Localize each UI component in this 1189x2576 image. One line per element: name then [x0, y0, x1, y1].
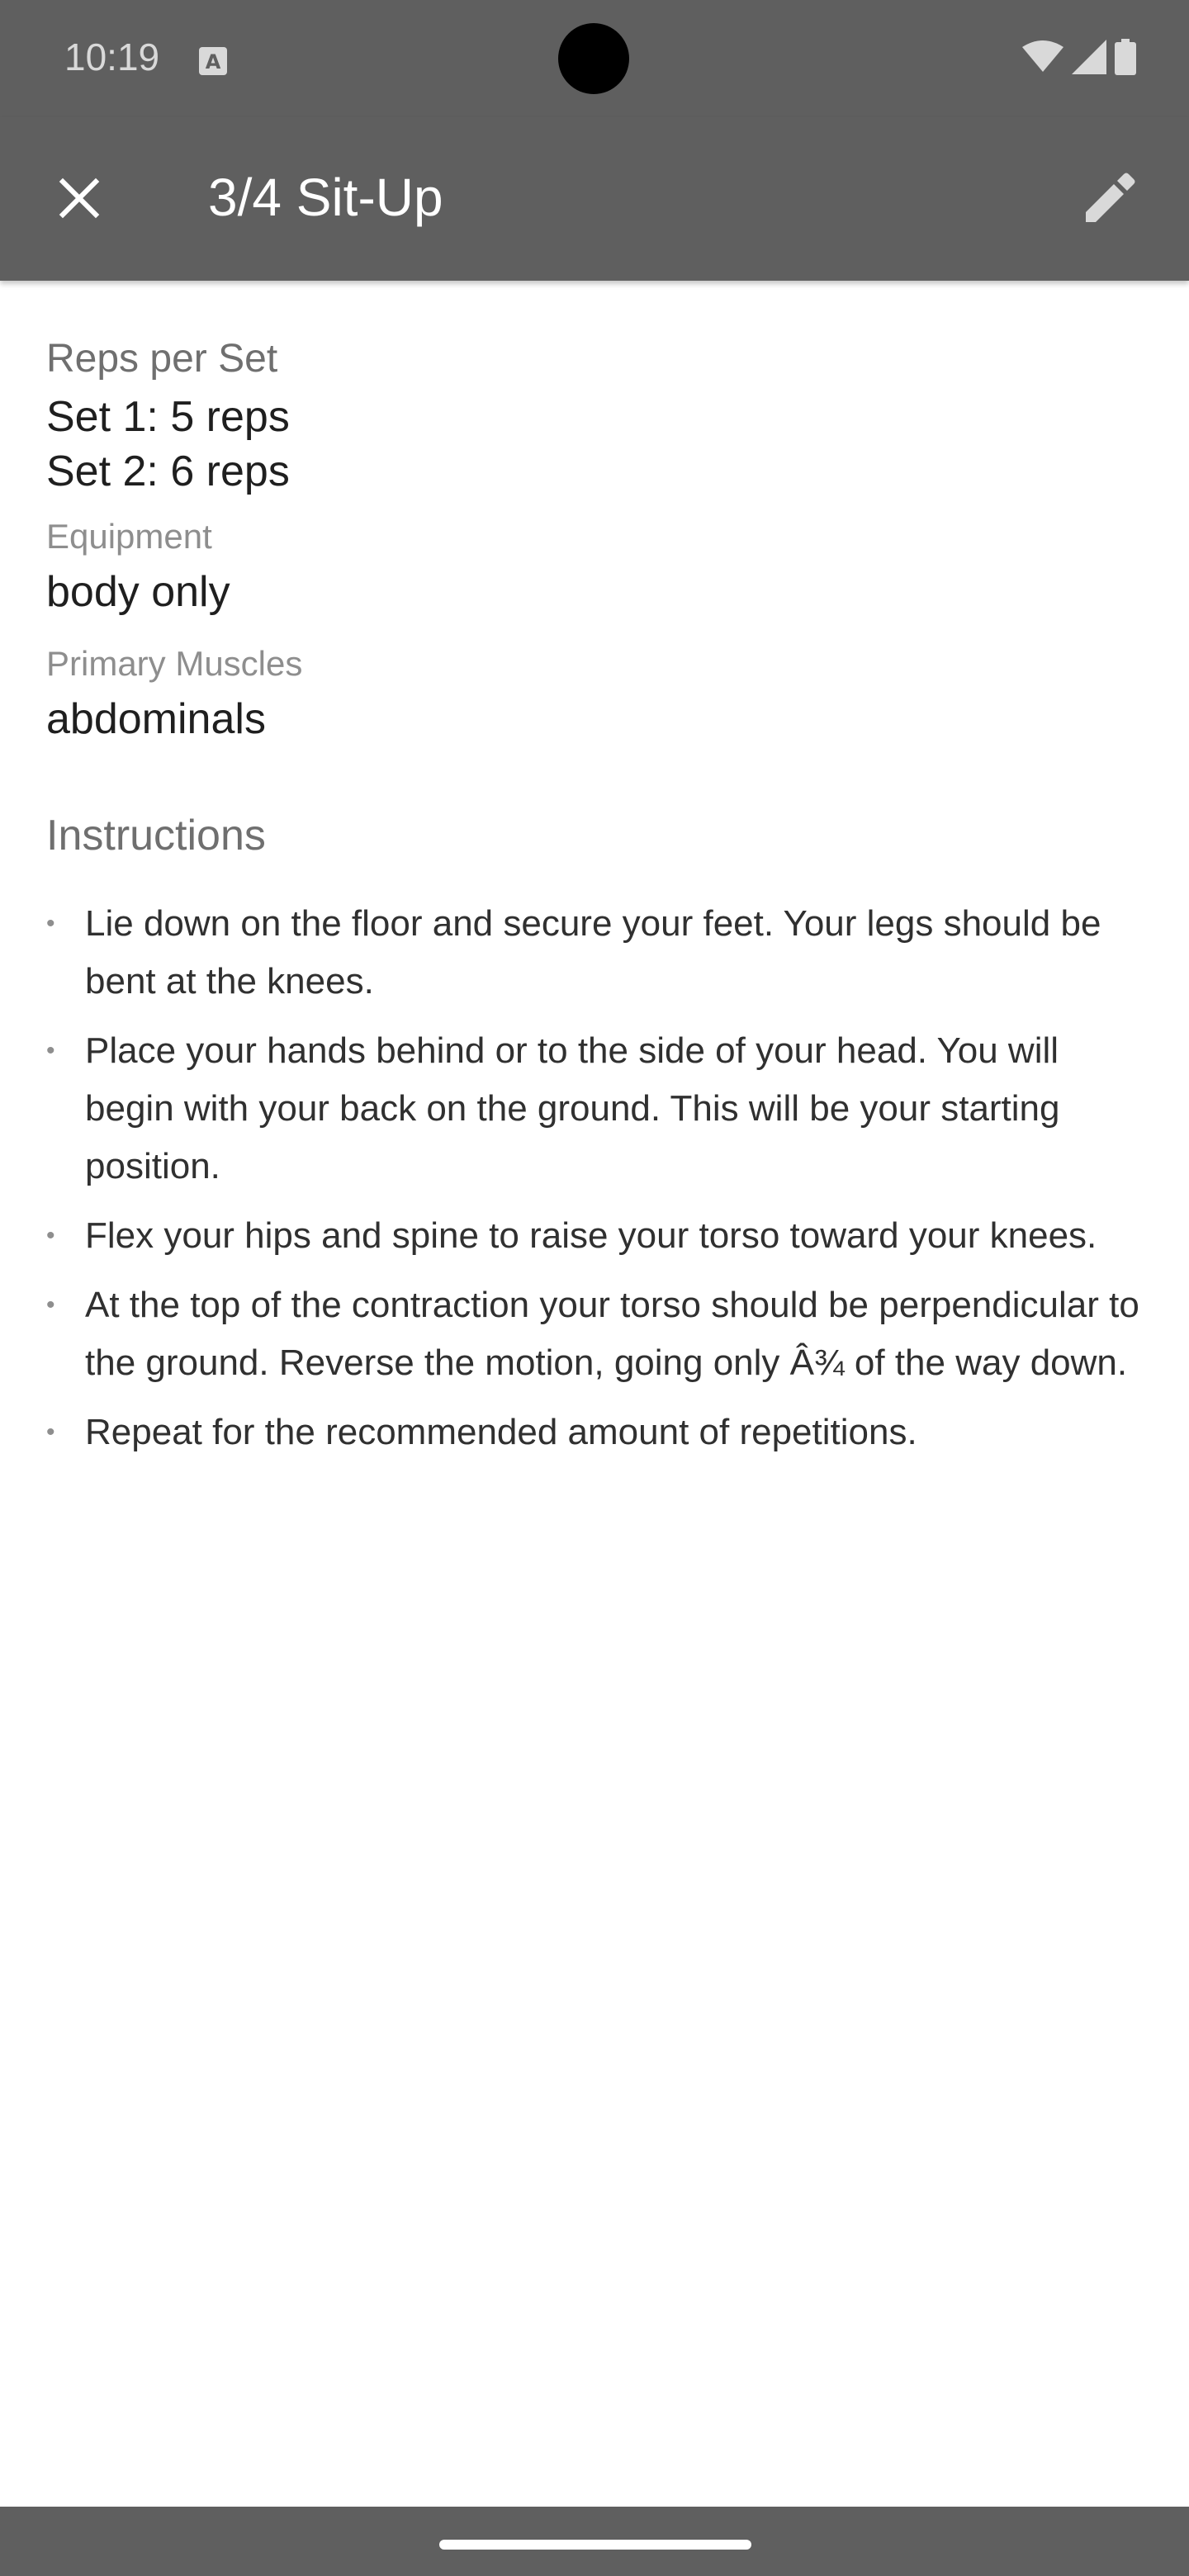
- status-time: 10:19: [64, 36, 160, 78]
- svg-text:A: A: [206, 50, 221, 73]
- wifi-icon: [1022, 40, 1063, 78]
- equipment-label: Equipment: [46, 517, 212, 556]
- list-item: • Place your hands behind or to the side…: [46, 1022, 1144, 1196]
- home-gesture-handle[interactable]: [439, 2540, 751, 2550]
- navigation-bar: [0, 2507, 1189, 2576]
- bullet-icon: •: [46, 1418, 55, 1446]
- instructions-heading: Instructions: [46, 812, 266, 859]
- exercise-details: Reps per Set Set 1: 5 reps Set 2: 6 reps…: [46, 281, 1144, 1473]
- battery-icon: [1115, 38, 1136, 79]
- list-item: • Repeat for the recommended amount of r…: [46, 1404, 1144, 1461]
- instruction-text: Lie down on the floor and secure your fe…: [85, 903, 1101, 1002]
- edit-pencil-icon: [1082, 171, 1137, 230]
- set-2-value: Set 2: 6 reps: [46, 447, 290, 495]
- keyboard-a-icon: A: [198, 46, 228, 76]
- instruction-text: Repeat for the recommended amount of rep…: [85, 1412, 917, 1452]
- camera-cutout: [558, 23, 629, 94]
- bullet-icon: •: [46, 910, 55, 937]
- reps-per-set-label: Reps per Set: [46, 337, 278, 381]
- bullet-icon: •: [46, 1222, 55, 1249]
- cellular-signal-icon: [1072, 39, 1106, 78]
- close-button[interactable]: [41, 162, 117, 238]
- instructions-list: • Lie down on the floor and secure your …: [46, 895, 1144, 1461]
- primary-muscles-value: abdominals: [46, 695, 266, 743]
- edit-button[interactable]: [1072, 162, 1148, 238]
- list-item: • Lie down on the floor and secure your …: [46, 895, 1144, 1011]
- close-icon: [56, 175, 102, 225]
- app-bar: 3/4 Sit-Up: [0, 117, 1189, 281]
- page-title: 3/4 Sit-Up: [208, 168, 443, 227]
- instruction-text: Place your hands behind or to the side o…: [85, 1030, 1060, 1186]
- bullet-icon: •: [46, 1291, 55, 1319]
- set-1-value: Set 1: 5 reps: [46, 393, 290, 441]
- primary-muscles-label: Primary Muscles: [46, 644, 303, 683]
- instruction-text: At the top of the contraction your torso…: [85, 1285, 1139, 1383]
- list-item: • Flex your hips and spine to raise your…: [46, 1207, 1144, 1265]
- list-item: • At the top of the contraction your tor…: [46, 1276, 1144, 1392]
- exercise-detail-screen: 10:19 A 3/4 Sit-Up Reps per Set Set 1: 5…: [0, 0, 1189, 2576]
- instruction-text: Flex your hips and spine to raise your t…: [85, 1215, 1097, 1256]
- status-bar: 10:19 A: [0, 0, 1189, 117]
- status-icons: [1022, 38, 1136, 79]
- bullet-icon: •: [46, 1037, 55, 1064]
- equipment-value: body only: [46, 568, 230, 616]
